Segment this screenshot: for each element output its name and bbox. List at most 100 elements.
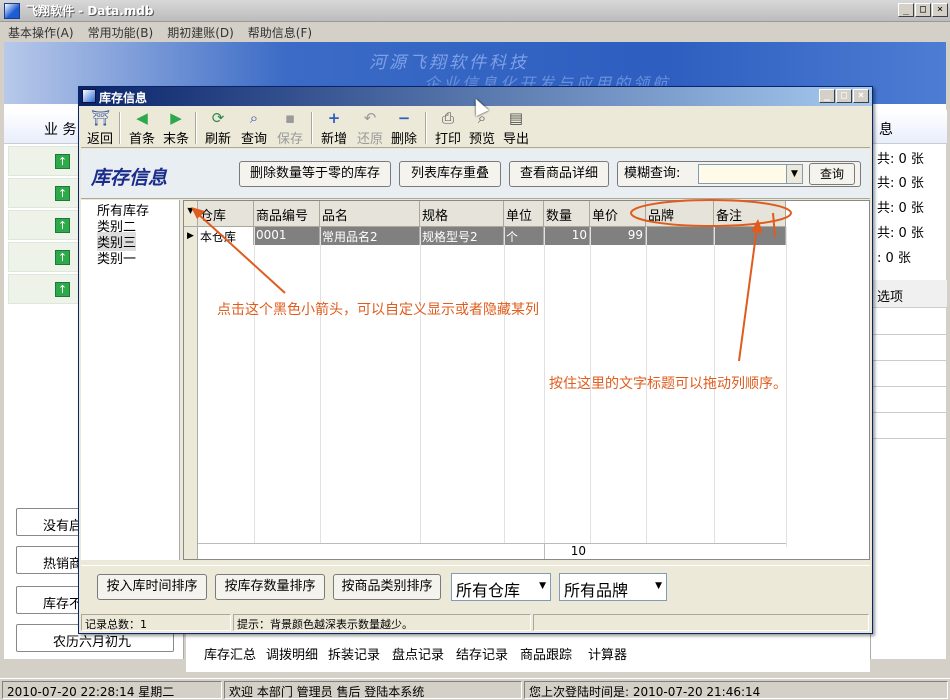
- status-bar: 2010-07-20 22:28:14 星期二 欢迎 本部门 管理员 售后 登陆…: [0, 678, 950, 700]
- back-button[interactable]: ⛩ 返回: [83, 109, 117, 147]
- sort-by-category-button[interactable]: 按商品类别排序: [333, 574, 441, 600]
- dialog-close-button[interactable]: ×: [853, 89, 869, 103]
- grid-line: [254, 227, 255, 547]
- dialog-controls: _ □ ×: [819, 89, 869, 103]
- dialog-minimize-button[interactable]: _: [819, 89, 835, 103]
- annotation-drag-columns: 按住这里的文字标题可以拖动列顺序。: [549, 376, 787, 392]
- query-button[interactable]: ⌕ 查询: [237, 109, 271, 147]
- right-count-3: 共: 0 张: [877, 201, 924, 216]
- preview-button[interactable]: ⌕ 预览: [465, 110, 499, 147]
- status-last-login: 您上次登陆时间是: 2010-07-20 21:46:14: [524, 681, 948, 699]
- up-arrow-icon: ↑: [55, 250, 70, 265]
- first-record-button[interactable]: ◀ 首条: [125, 109, 159, 147]
- search-input[interactable]: [698, 164, 788, 184]
- add-button[interactable]: + 新增: [317, 110, 351, 147]
- door-icon: ⛩: [91, 109, 111, 127]
- sort-by-time-button[interactable]: 按入库时间排序: [97, 574, 207, 600]
- col-header-item-code[interactable]: 商品编号: [254, 201, 320, 227]
- col-header-remark[interactable]: 备注: [714, 201, 786, 227]
- annotation-column-chooser: 点击这个黑色小箭头，可以自定义显示或者隐藏某列: [217, 302, 539, 318]
- delete-button[interactable]: − 删除: [387, 109, 421, 147]
- left-row-1[interactable]: ↑: [8, 146, 84, 176]
- right-grid-line: [871, 412, 947, 413]
- list-overlap-stock-button[interactable]: 列表库存重叠: [399, 161, 501, 187]
- quick-stocktake-record[interactable]: 盘点记录: [392, 644, 444, 663]
- tree-item-category-1[interactable]: 类别一: [97, 248, 136, 267]
- view-item-detail-button[interactable]: 查看商品详细: [509, 161, 609, 187]
- col-header-unit[interactable]: 单位: [504, 201, 544, 227]
- save-button[interactable]: ▪ 保存: [273, 110, 307, 147]
- dialog-maximize-button[interactable]: □: [836, 89, 852, 103]
- sort-by-quantity-button[interactable]: 按库存数量排序: [215, 574, 325, 600]
- footer-total-quantity: 10: [544, 543, 590, 559]
- maximize-button[interactable]: □: [915, 3, 931, 17]
- cell-brand[interactable]: [646, 227, 714, 245]
- back-label: 返回: [86, 132, 113, 147]
- row-header-bar: [184, 227, 198, 559]
- brand-select[interactable]: 所有品牌 ▼: [559, 573, 667, 601]
- dialog-title: 库存信息: [99, 91, 148, 105]
- menu-common-functions[interactable]: 常用功能(B): [88, 24, 154, 41]
- arrow-left-icon: ◀: [136, 109, 148, 127]
- minus-icon: −: [397, 109, 411, 127]
- left-panel-title: 业 务: [44, 122, 77, 138]
- status-extra: [533, 614, 869, 631]
- printer-icon: ⎙: [441, 109, 454, 127]
- right-options-header[interactable]: 选项: [871, 280, 947, 308]
- current-row-indicator-icon: ▶: [184, 227, 198, 245]
- delete-zero-stock-button[interactable]: 删除数量等于零的库存: [239, 161, 391, 187]
- up-arrow-icon: ↑: [55, 282, 70, 297]
- warehouse-select[interactable]: 所有仓库 ▼: [451, 573, 551, 601]
- cell-spec[interactable]: 规格型号2: [420, 227, 504, 245]
- quick-assembly-record[interactable]: 拆装记录: [328, 644, 380, 663]
- left-row-3[interactable]: ↑: [8, 210, 84, 240]
- col-header-brand[interactable]: 品牌: [646, 201, 714, 227]
- status-tip: 提示：背景颜色越深表示数量越少。: [233, 614, 531, 631]
- quick-inventory-summary[interactable]: 库存汇总: [204, 644, 256, 663]
- search-icon: ⌕: [249, 109, 259, 127]
- refresh-button[interactable]: ⟳ 刷新: [201, 109, 235, 147]
- right-grid-line: [871, 360, 947, 361]
- col-header-quantity[interactable]: 数量: [544, 201, 590, 227]
- right-grid-line: [871, 334, 947, 335]
- minimize-button[interactable]: _: [898, 3, 914, 17]
- refresh-icon: ⟳: [211, 109, 225, 127]
- grid-line: [504, 227, 505, 547]
- cell-unit[interactable]: 个: [504, 227, 544, 245]
- right-grid-line: [871, 438, 947, 439]
- status-welcome: 欢迎 本部门 管理员 售后 登陆本系统: [224, 681, 522, 699]
- main-title-bar: 飞翔软件 - Data.mdb _ □ ×: [0, 0, 950, 22]
- quick-calculator[interactable]: 计算器: [588, 644, 627, 663]
- cell-quantity[interactable]: 10: [544, 227, 590, 245]
- column-chooser-icon[interactable]: ▼: [184, 201, 198, 227]
- left-row-4[interactable]: ↑: [8, 242, 84, 272]
- restore-button[interactable]: ↶ 还原: [353, 110, 387, 147]
- close-button[interactable]: ×: [932, 3, 948, 17]
- quick-transfer-detail[interactable]: 调拨明细: [266, 644, 318, 663]
- col-header-price[interactable]: 单价: [590, 201, 646, 227]
- search-button[interactable]: 查询: [809, 163, 855, 185]
- left-row-5[interactable]: ↑: [8, 274, 84, 304]
- quick-item-tracking[interactable]: 商品跟踪: [520, 644, 572, 663]
- search-dropdown-icon[interactable]: ▼: [786, 164, 803, 184]
- col-header-item-name[interactable]: 品名: [320, 201, 420, 227]
- print-button[interactable]: ⎙ 打印: [431, 109, 465, 147]
- export-button[interactable]: ▤ 导出: [499, 110, 533, 147]
- right-count-1: 共: 0 张: [877, 152, 924, 167]
- left-row-2[interactable]: ↑: [8, 178, 84, 208]
- quick-balance-record[interactable]: 结存记录: [456, 644, 508, 663]
- cell-price[interactable]: 99: [590, 227, 646, 245]
- inventory-dialog: 库存信息 _ □ × ⛩ 返回 ◀ 首条 ▶ 末条 ⟳ 刷新 ⌕ 查询 ▪ 保存 + 新增 ↶…: [78, 86, 873, 634]
- cell-warehouse[interactable]: 本仓库: [198, 227, 254, 245]
- dialog-header-bar: 库存信息 删除数量等于零的库存 列表库存重叠 查看商品详细 模糊查询: ▼ 查询: [81, 149, 870, 199]
- menu-initial-setup[interactable]: 期初建账(D): [167, 24, 234, 41]
- col-header-warehouse[interactable]: 仓库: [198, 201, 254, 227]
- cell-item-name[interactable]: 常用品名2: [320, 227, 420, 245]
- cell-item-code[interactable]: 0001: [254, 227, 320, 245]
- cell-remark[interactable]: [714, 227, 786, 245]
- col-header-spec[interactable]: 规格: [420, 201, 504, 227]
- menu-help[interactable]: 帮助信息(F): [248, 24, 312, 41]
- last-record-button[interactable]: ▶ 末条: [159, 110, 193, 147]
- menu-basic-ops[interactable]: 基本操作(A): [8, 24, 74, 41]
- add-label: 新增: [320, 132, 347, 147]
